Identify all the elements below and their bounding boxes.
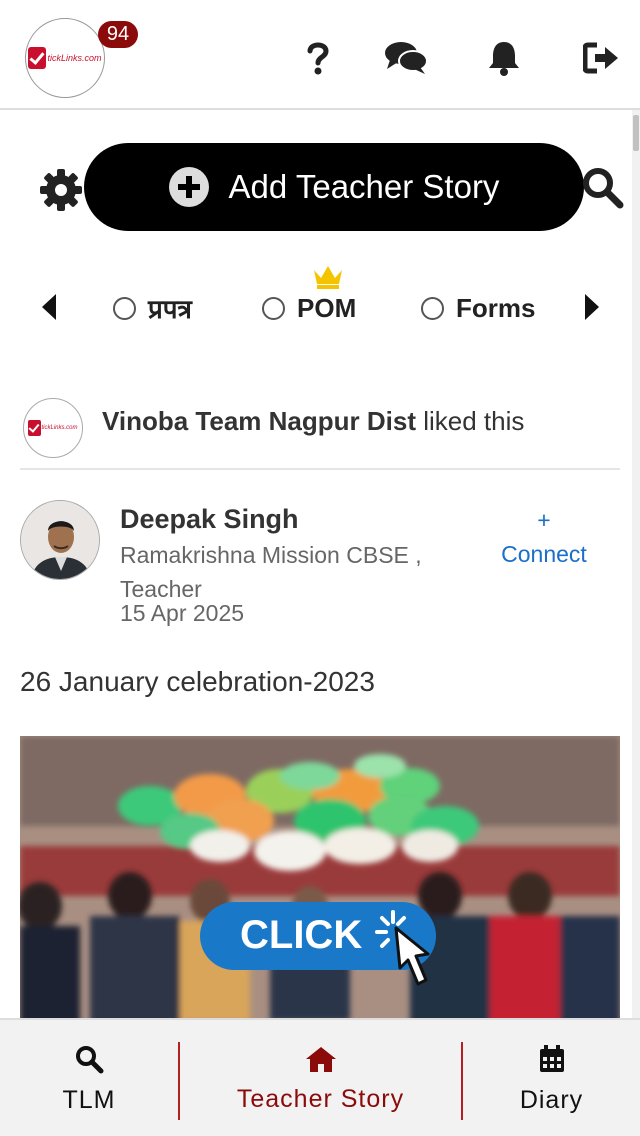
filter-option-pom[interactable]: POM: [262, 290, 356, 326]
scrollbar-track[interactable]: [632, 110, 640, 1020]
bell-icon[interactable]: [482, 38, 526, 78]
post-title[interactable]: 26 January celebration-2023: [20, 666, 375, 698]
bottom-navigation: TLM Teacher Story Diary: [0, 1018, 640, 1136]
connect-plus-icon: +: [537, 507, 551, 533]
scrollbar-thumb[interactable]: [633, 115, 639, 151]
search-icon[interactable]: [580, 165, 626, 211]
crown-icon: [311, 262, 345, 290]
connect-label: Connect: [501, 541, 587, 567]
filter-option-forms[interactable]: Forms: [421, 290, 535, 326]
click-overlay-text: CLICK: [240, 913, 362, 957]
radio-button[interactable]: [421, 296, 444, 320]
checkmark-logo-icon: [28, 47, 47, 69]
gear-icon[interactable]: [38, 167, 84, 213]
checkmark-logo-icon: [28, 420, 42, 436]
post-author-name[interactable]: Deepak Singh: [120, 504, 299, 535]
celebration-photo: CLICK: [20, 736, 620, 1018]
chat-icon[interactable]: [384, 38, 428, 78]
activity-action: liked this: [415, 406, 525, 436]
filter-label: POM: [297, 292, 357, 323]
nav-label: Diary: [519, 1085, 584, 1114]
home-icon: [305, 1046, 336, 1072]
plus-circle-icon: [168, 167, 209, 207]
post-author-school: Ramakrishna Mission CBSE , Teacher: [120, 538, 460, 606]
filter-label: प्रपत्र: [148, 294, 192, 324]
app-logo[interactable]: tickLinks.com: [25, 18, 105, 98]
help-icon[interactable]: [296, 38, 340, 78]
connect-button[interactable]: + Connect: [488, 503, 600, 571]
notification-count-badge: 94: [98, 21, 138, 48]
nav-teacher-story[interactable]: Teacher Story: [180, 1020, 461, 1136]
nav-label: TLM: [62, 1085, 116, 1114]
nav-label: Teacher Story: [236, 1084, 405, 1113]
nav-diary[interactable]: Diary: [463, 1020, 640, 1136]
avatar[interactable]: [20, 500, 100, 580]
add-teacher-story-button[interactable]: Add Teacher Story: [84, 143, 584, 231]
post-image[interactable]: CLICK: [20, 736, 620, 1018]
radio-button[interactable]: [262, 296, 285, 320]
radio-button[interactable]: [113, 296, 136, 320]
add-teacher-story-label: Add Teacher Story: [228, 168, 500, 205]
logo-text: tickLinks.com: [41, 425, 78, 431]
filter-label: Forms: [456, 292, 536, 323]
post-date: 15 Apr 2025: [120, 600, 245, 626]
logout-icon[interactable]: [580, 38, 624, 78]
school-name: Ramakrishna Mission CBSE ,: [120, 542, 422, 568]
activity-actor[interactable]: Vinoba Team Nagpur Dist: [102, 406, 416, 436]
activity-avatar[interactable]: tickLinks.com: [23, 398, 83, 458]
activity-row: tickLinks.com Vinoba Team Nagpur Dist li…: [20, 398, 620, 470]
search-icon: [76, 1045, 104, 1073]
filter-option-prapatra[interactable]: प्रपत्र: [113, 290, 192, 326]
filter-next-arrow[interactable]: [585, 294, 599, 320]
nav-tlm[interactable]: TLM: [0, 1020, 178, 1136]
logo-text: tickLinks.com: [47, 53, 102, 63]
activity-text: Vinoba Team Nagpur Dist liked this: [102, 406, 524, 437]
calendar-icon: [539, 1044, 564, 1072]
filter-prev-arrow[interactable]: [42, 294, 56, 320]
top-header: tickLinks.com 94: [0, 0, 640, 110]
